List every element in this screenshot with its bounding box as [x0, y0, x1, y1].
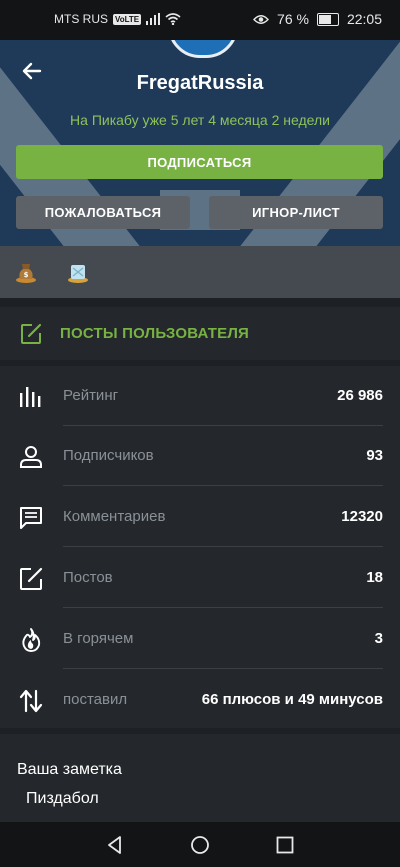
- bar-chart-icon: [20, 387, 41, 407]
- fire-icon: [22, 628, 41, 652]
- money-bag-award-icon[interactable]: $: [14, 260, 38, 284]
- stat-row-subscribers: Подписчиков 93: [0, 426, 400, 486]
- status-bar: MTS RUS VoLTE 76 % 22:05: [0, 0, 400, 40]
- profile-header: FregatRussia На Пикабу уже 5 лет 4 месяц…: [0, 40, 400, 246]
- nav-back-icon[interactable]: [105, 835, 125, 855]
- divider: [63, 607, 383, 608]
- ignore-list-button[interactable]: ИГНОР-ЛИСТ: [209, 196, 383, 229]
- stat-value: 66 плюсов и 49 минусов: [201, 691, 383, 708]
- stat-value: 26 986: [337, 387, 383, 404]
- nav-home-icon[interactable]: [190, 835, 210, 855]
- signal-icon: [146, 13, 161, 25]
- stat-label: поставил: [63, 691, 128, 708]
- sort-arrows-icon: [19, 689, 43, 713]
- stat-value: 3: [374, 630, 383, 647]
- svg-text:$: $: [24, 271, 29, 279]
- subscribe-button[interactable]: ПОДПИСАТЬСЯ: [16, 145, 383, 179]
- nav-recents-icon[interactable]: [275, 835, 295, 855]
- carrier-info: MTS RUS VoLTE: [54, 12, 181, 26]
- avatar[interactable]: [168, 40, 238, 58]
- user-posts-link[interactable]: ПОСТЫ ПОЛЬЗОВАТЕЛЯ: [0, 307, 400, 360]
- member-since: На Пикабу уже 5 лет 4 месяца 2 недели: [70, 112, 330, 128]
- battery-percent: 76 %: [277, 11, 309, 27]
- wifi-icon: [165, 13, 181, 25]
- battery-icon: [316, 12, 339, 26]
- volte-badge: VoLTE: [113, 13, 142, 25]
- stat-row-hot: В горячем 3: [0, 609, 400, 669]
- user-posts-label: ПОСТЫ ПОЛЬЗОВАТЕЛЯ: [60, 325, 250, 342]
- stat-label: Комментариев: [63, 508, 166, 525]
- divider: [63, 546, 383, 547]
- report-button[interactable]: ПОЖАЛОВАТЬСЯ: [16, 196, 190, 229]
- stat-label: Подписчиков: [63, 447, 154, 464]
- carrier-name: MTS RUS: [54, 12, 108, 26]
- status-right: 76 % 22:05: [253, 11, 382, 27]
- system-nav-bar: [0, 822, 400, 867]
- ice-award-icon[interactable]: [66, 260, 90, 284]
- divider: [63, 485, 383, 486]
- stats-list: Рейтинг 26 986 Подписчиков 93 Комментари…: [0, 366, 400, 728]
- stat-row-comments: Комментариев 12320: [0, 487, 400, 547]
- stat-label: В горячем: [63, 630, 134, 647]
- stat-label: Постов: [63, 569, 113, 586]
- clock: 22:05: [346, 11, 382, 27]
- note-text: Пиздабол: [26, 790, 99, 807]
- stat-value: 93: [366, 447, 383, 464]
- edit-icon: [21, 323, 42, 344]
- stat-row-votes: поставил 66 плюсов и 49 минусов: [0, 670, 400, 730]
- username: FregatRussia: [136, 72, 264, 94]
- stat-label: Рейтинг: [63, 387, 119, 404]
- note-title: Ваша заметка: [17, 761, 122, 778]
- stat-value: 18: [366, 569, 383, 586]
- eye-icon: [253, 14, 269, 24]
- battery-fill: [318, 14, 332, 24]
- stat-value: 12320: [341, 508, 383, 525]
- stat-row-rating: Рейтинг 26 986: [0, 366, 400, 426]
- edit-icon: [20, 567, 43, 590]
- user-note[interactable]: Ваша заметка Пиздабол: [0, 734, 400, 822]
- comment-icon: [20, 507, 42, 529]
- person-icon: [20, 446, 42, 468]
- awards-bar: $: [0, 246, 400, 298]
- stat-row-posts: Постов 18: [0, 548, 400, 608]
- divider: [63, 668, 383, 669]
